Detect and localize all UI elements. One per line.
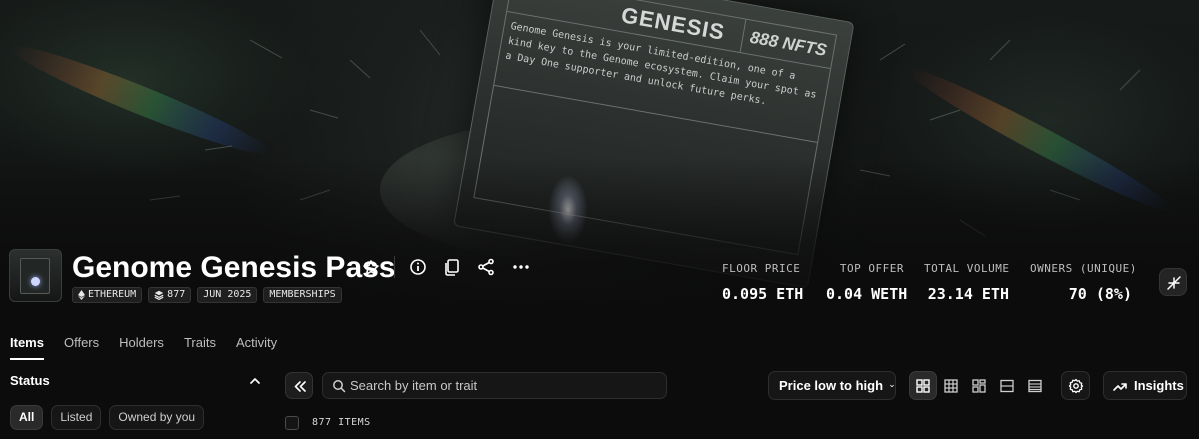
stat-label: OWNERS (UNIQUE): [1030, 262, 1137, 275]
chain-tag: ETHEREUM: [72, 287, 143, 303]
stat-total-volume: TOTAL VOLUME 23.14 ETH: [924, 262, 1009, 303]
filter-listed-button[interactable]: Listed: [51, 405, 102, 430]
supply-label: 877: [167, 289, 186, 300]
chevron-up-icon[interactable]: [248, 374, 262, 388]
view-grid-small-button[interactable]: [937, 371, 965, 400]
copy-icon[interactable]: [442, 257, 462, 277]
stat-value: 23.14 ETH: [927, 285, 1009, 303]
status-filters: All Listed Owned by you: [10, 405, 205, 430]
search-icon: [333, 380, 346, 393]
item-count: 877 ITEMS: [312, 417, 371, 428]
expand-stats-button[interactable]: [1159, 268, 1187, 296]
collapse-sidebar-button[interactable]: [285, 372, 313, 399]
select-all-checkbox[interactable]: [285, 416, 299, 430]
stat-owners: OWNERS (UNIQUE) 70 (8%): [1030, 262, 1137, 303]
search-input[interactable]: [350, 373, 660, 398]
list-icon: [1000, 379, 1014, 392]
table-icon: [1028, 379, 1042, 392]
sort-dropdown[interactable]: Price low to high: [768, 371, 896, 400]
more-options-icon[interactable]: [510, 257, 532, 277]
insights-label: Insights: [1134, 378, 1184, 393]
stat-value: 70 (8%): [1068, 285, 1132, 303]
tab-holders[interactable]: Holders: [119, 334, 164, 360]
stat-value: 0.095 ETH: [722, 285, 804, 303]
stat-label: TOP OFFER: [839, 262, 904, 275]
ethereum-icon: [78, 290, 85, 300]
category-tag[interactable]: MEMBERSHIPS: [263, 287, 342, 303]
view-grid-large-button[interactable]: [909, 371, 937, 400]
stat-floor-price: FLOOR PRICE 0.095 ETH: [722, 262, 804, 303]
stat-label: TOTAL VOLUME: [924, 262, 1010, 275]
date-label: JUN 2025: [203, 289, 252, 300]
stack-icon: [154, 290, 164, 300]
view-mode-switcher: [909, 371, 1051, 400]
view-table-button[interactable]: [1021, 371, 1049, 400]
collection-tabs: Items Offers Holders Traits Activity: [10, 334, 297, 360]
collapse-arrows-icon: [1167, 276, 1181, 290]
supply-tag: 877: [148, 287, 192, 303]
category-label: MEMBERSHIPS: [269, 289, 336, 300]
tab-activity[interactable]: Activity: [236, 334, 277, 360]
tab-items[interactable]: Items: [10, 334, 44, 360]
double-chevron-left-icon: [294, 381, 306, 392]
tab-offers[interactable]: Offers: [64, 334, 99, 360]
view-mosaic-button[interactable]: [965, 371, 993, 400]
settings-button[interactable]: [1061, 371, 1090, 400]
collection-title: Genome Genesis Pass: [72, 251, 396, 284]
filter-owned-button[interactable]: Owned by you: [109, 405, 205, 430]
favorite-star-icon[interactable]: [361, 258, 381, 278]
mosaic-icon: [972, 378, 986, 393]
grid-small-icon: [944, 378, 958, 393]
search-bar: [322, 372, 667, 399]
stat-top-offer: TOP OFFER 0.04 WETH: [826, 262, 908, 303]
gear-icon: [1068, 378, 1083, 393]
tab-traits[interactable]: Traits: [184, 334, 216, 360]
grid-large-icon: [916, 378, 930, 393]
filter-all-button[interactable]: All: [10, 405, 44, 430]
collection-avatar: [9, 249, 62, 302]
chain-label: ETHEREUM: [88, 289, 137, 300]
view-list-button[interactable]: [993, 371, 1021, 400]
date-tag: JUN 2025: [197, 287, 258, 303]
trend-up-icon: [1113, 382, 1127, 391]
share-icon[interactable]: [476, 257, 496, 277]
stat-value: 0.04 WETH: [826, 285, 908, 303]
collection-tags: ETHEREUM 877 JUN 2025 MEMBERSHIPS: [72, 287, 342, 303]
sort-label: Price low to high: [779, 378, 884, 393]
chevron-down-icon: [890, 384, 894, 387]
status-filter-title: Status: [10, 373, 50, 388]
insights-button[interactable]: Insights: [1103, 371, 1187, 400]
info-icon[interactable]: [408, 257, 428, 277]
stat-label: FLOOR PRICE: [722, 262, 801, 275]
